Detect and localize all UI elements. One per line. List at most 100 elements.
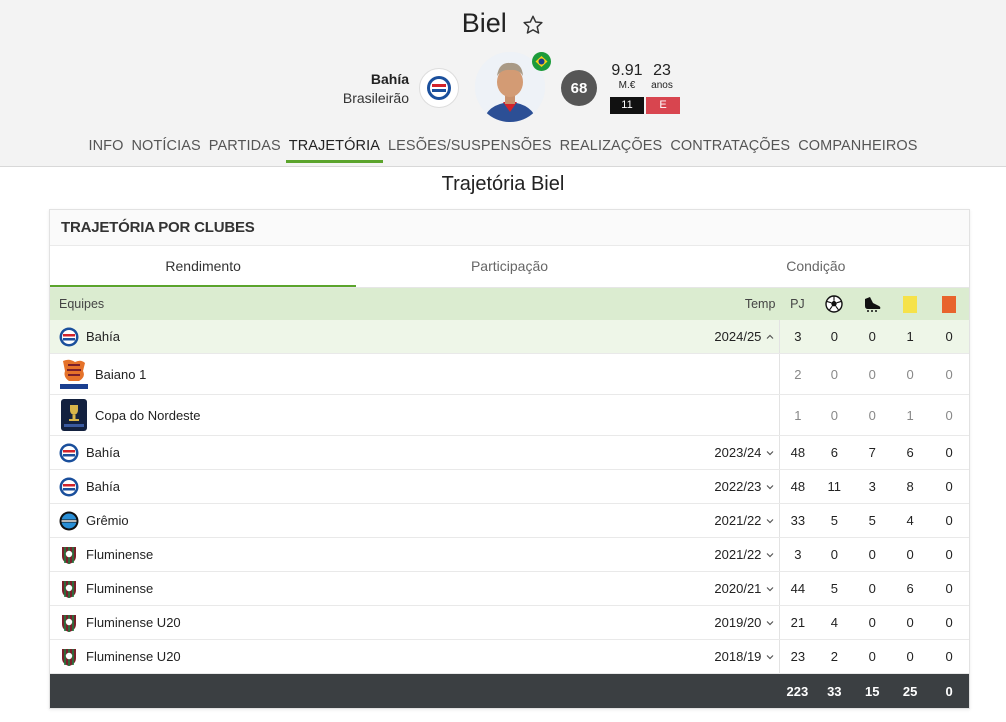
market-value: 9.91 M.€ [610,62,644,92]
table-row[interactable]: Fluminense 2021/22 3 0 0 0 0 [50,538,969,572]
team-label[interactable]: Fluminense [86,547,153,562]
table-row[interactable]: Baiano 120000 [50,354,969,395]
team-label[interactable]: Fluminense U20 [86,649,181,664]
row-team[interactable]: Copa do Nordeste [50,398,682,432]
season-label: 2018/19 [714,649,762,664]
row-team[interactable]: Fluminense U20 [50,613,682,633]
table-row[interactable]: Fluminense U20 2019/20 21 4 0 0 0 [50,606,969,640]
season-label: 2023/24 [714,445,762,460]
row-season[interactable]: 2019/20 [682,615,780,630]
row-team[interactable]: Bahía [50,477,682,497]
row-season[interactable]: 2021/22 [682,547,780,562]
nav-contratacoes[interactable]: CONTRATAÇÕES [667,136,793,160]
cell-red: 0 [945,445,953,460]
team-label[interactable]: Baiano 1 [95,367,146,382]
season-label: 2022/23 [714,479,762,494]
row-team[interactable]: Grêmio [50,511,682,531]
nav-partidas[interactable]: PARTIDAS [206,136,284,160]
cell-yellow: 1 [906,407,914,423]
tab-rendimento[interactable]: Rendimento [50,246,357,287]
row-season[interactable]: 2022/23 [682,479,780,494]
market-value-number: 9.91 [611,62,643,79]
chevron-icon[interactable] [765,448,775,458]
cell-assists: 7 [868,445,876,460]
header-team: Equipes [59,297,105,311]
player-rating: 68 [561,70,597,106]
row-team[interactable]: Bahía [50,327,682,347]
nav-trajetoria[interactable]: TRAJETÓRIA [285,136,383,163]
table-row[interactable]: Fluminense 2020/21 44 5 0 6 0 [50,572,969,606]
row-season[interactable]: 2020/21 [682,581,780,596]
team-label[interactable]: Grêmio [86,513,129,528]
team-label[interactable]: Bahía [86,445,120,460]
nav-companheiros[interactable]: COMPANHEIROS [795,136,920,160]
nav-lesoes[interactable]: LESÕES/SUSPENSÕES [385,136,555,160]
shirt-number: 11 [610,97,644,114]
team-label[interactable]: Fluminense [86,581,153,596]
nav-noticias[interactable]: NOTÍCIAS [128,136,203,160]
soccer-ball-icon [815,288,853,320]
chevron-icon[interactable] [765,584,775,594]
cell-yellow: 0 [906,547,914,562]
chevron-icon[interactable] [765,618,775,628]
row-team[interactable]: Fluminense [50,545,682,565]
boot-icon [853,288,891,320]
row-team[interactable]: Baiano 1 [50,357,682,391]
cell-goals: 0 [830,329,838,344]
table-row[interactable]: Bahía 2023/24 48 6 7 6 0 [50,436,969,470]
nav-realizacoes[interactable]: REALIZAÇÕES [557,136,666,160]
card-title: TRAJETÓRIA POR CLUBES [50,210,969,246]
brazil-flag-icon [532,52,551,71]
season-label: 2019/20 [714,615,762,630]
cell-assists: 0 [868,329,876,344]
total-assists: 15 [864,683,880,699]
cell-yellow: 4 [906,513,914,528]
bahia-crest-icon[interactable] [419,68,459,108]
cell-red: 0 [945,615,953,630]
table-row[interactable]: Fluminense U20 2018/19 23 2 0 0 0 [50,640,969,674]
season-label: 2020/21 [714,581,762,596]
team-label[interactable]: Fluminense U20 [86,615,181,630]
cell-red: 0 [945,649,953,664]
player-header: Biel Bahía Brasileirão 68 9.91 M.€ 23 an… [0,0,1006,167]
bahia-crest-icon [59,477,79,497]
chevron-icon[interactable] [765,550,775,560]
team-label[interactable]: Bahía [86,329,120,344]
table-row[interactable]: Bahía 2022/23 48 11 3 8 0 [50,470,969,504]
league-name[interactable]: Brasileirão [343,88,409,108]
age-number: 23 [653,62,671,79]
cell-red: 0 [945,513,953,528]
player-title: Biel [0,8,1006,39]
chevron-icon[interactable] [765,332,775,342]
row-season[interactable]: 2021/22 [682,513,780,528]
total-pj: 223 [786,683,809,699]
cell-pj: 33 [779,504,815,537]
total-goals: 33 [827,683,842,699]
star-outline-icon[interactable] [522,14,544,36]
tab-participacao[interactable]: Participação [356,246,662,287]
table-row[interactable]: Copa do Nordeste 1 0 0 1 0 [50,395,969,436]
row-season[interactable]: 2018/19 [682,649,780,664]
cell-assists: 0 [868,547,876,562]
team-info: Bahía Brasileirão [343,70,409,108]
team-name[interactable]: Bahía [343,70,409,88]
team-label[interactable]: Bahía [86,479,120,494]
cell-red: 0 [945,479,953,494]
fluminense-crest-icon [59,545,79,565]
chevron-icon[interactable] [765,516,775,526]
baiano-logo-icon [59,357,89,391]
tab-condicao[interactable]: Condição [663,246,969,287]
career-rows: Bahía 2024/25 3 0 0 1 0 Baiano 1 2 0 0 0 0 Copa do No… [50,320,969,674]
row-team[interactable]: Bahía [50,443,682,463]
chevron-icon[interactable] [765,652,775,662]
row-season[interactable]: 2023/24 [682,445,780,460]
chevron-icon[interactable] [765,482,775,492]
row-season[interactable]: 2024/25 [682,329,780,344]
cell-goals: 5 [830,513,838,528]
team-label[interactable]: Copa do Nordeste [95,408,201,423]
row-team[interactable]: Fluminense [50,579,682,599]
table-row[interactable]: Grêmio 2021/22 33 5 5 4 0 [50,504,969,538]
nav-info[interactable]: INFO [85,136,126,160]
row-team[interactable]: Fluminense U20 [50,647,682,667]
table-row[interactable]: Bahía 2024/25 3 0 0 1 0 [50,320,969,354]
